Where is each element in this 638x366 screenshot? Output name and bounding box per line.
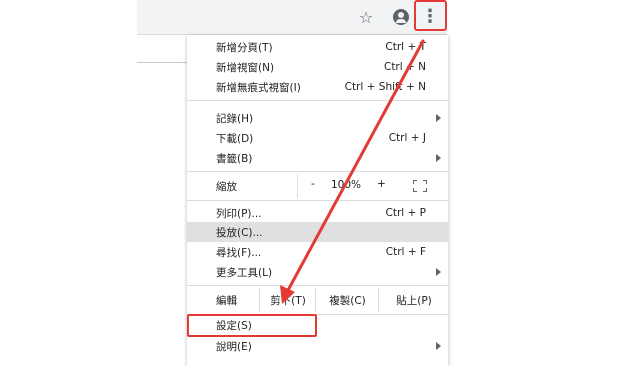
annotation-arrow [280, 39, 425, 304]
